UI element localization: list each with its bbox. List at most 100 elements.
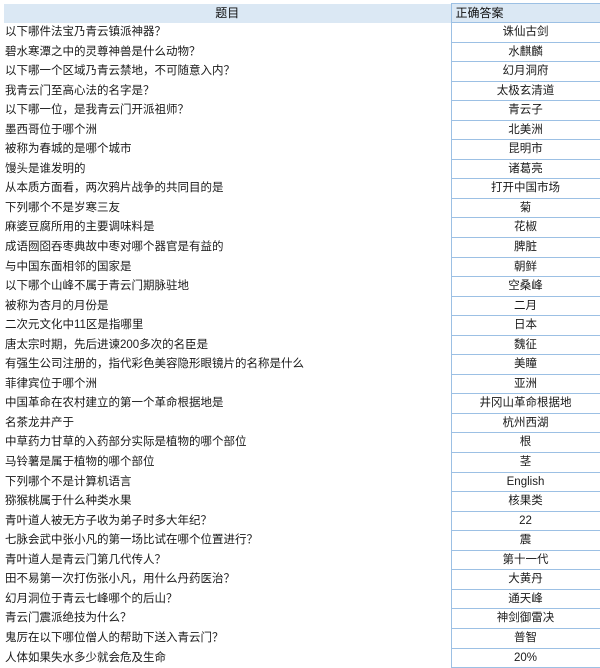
table-row: 馒头是谁发明的 诸葛亮 <box>4 158 600 180</box>
question-cell: 田不易第一次打伤张小凡，用什么丹药医治？ <box>5 573 235 586</box>
question-cell: 我青云门至高心法的名字是？ <box>5 84 155 97</box>
answer-cell: 大黄丹 <box>450 569 600 590</box>
question-cell: 二次元文化中11区是指哪里 <box>5 319 144 332</box>
answer-cell: 第十一代 <box>450 549 600 571</box>
table-row: 田不易第一次打伤张小凡，用什么丹药医治？ 大黄丹 <box>4 569 600 590</box>
question-cell: 成语囫囵吞枣典故中枣对哪个器官是有益的 <box>5 241 224 254</box>
question-answer-table: 题目 正确答案 以下哪件法宝乃青云镇派神器？ 诛仙古剑 碧水寒潭之中的灵尊神兽是什么… <box>4 3 600 668</box>
question-cell: 有强生公司注册的，指代彩色美容隐形眼镜片的名称是什么 <box>5 358 304 371</box>
answer-cell: 通天峰 <box>450 588 600 610</box>
table-row: 人体如果失水多少就会危及生命 20% <box>4 647 600 668</box>
table-row: 唐太宗时期，先后进谏200多次的名臣是 魏征 <box>4 334 600 356</box>
answer-cell: 朝鲜 <box>450 256 600 278</box>
question-cell: 中国革命在农村建立的第一个革命根据地是 <box>5 397 224 410</box>
table-row: 下列哪个不是计算机语言 English <box>4 471 600 493</box>
question-cell: 麻婆豆腐所用的主要调味料是 <box>5 221 155 234</box>
table-row: 青叶道人是青云门第几代传人？ 第十一代 <box>4 549 600 571</box>
table-row: 幻月洞位于青云七峰哪个的后山？ 通天峰 <box>4 588 600 610</box>
answer-cell: 诸葛亮 <box>450 158 600 180</box>
answer-cell: 震 <box>450 530 600 551</box>
answer-cell: 幻月洞府 <box>450 61 600 82</box>
answer-cell: 脾脏 <box>450 237 600 258</box>
question-cell: 幻月洞位于青云七峰哪个的后山？ <box>5 592 178 605</box>
question-cell: 青云门震派绝技为什么？ <box>5 612 132 625</box>
question-cell: 被称为杏月的月份是 <box>5 299 109 312</box>
question-cell: 以下哪个山峰不属于青云门期脉驻地 <box>5 280 189 293</box>
table-row: 中草药力甘草的入药部分实际是植物的哪个部位 根 <box>4 432 600 454</box>
question-cell: 中草药力甘草的入药部分实际是植物的哪个部位 <box>5 436 247 449</box>
answer-cell: 核果类 <box>450 491 600 512</box>
table-row: 碧水寒潭之中的灵尊神兽是什么动物？ 水麒麟 <box>4 41 600 63</box>
table-body: 以下哪件法宝乃青云镇派神器？ 诛仙古剑 碧水寒潭之中的灵尊神兽是什么动物？ 水麒麟 以下… <box>4 22 600 668</box>
column-header-question: 题目 <box>4 3 451 23</box>
table-row: 以下哪一位，是我青云门开派祖师？ 青云子 <box>4 100 600 121</box>
answer-cell: 魏征 <box>450 334 600 356</box>
question-cell: 碧水寒潭之中的灵尊神兽是什么动物？ <box>5 45 201 58</box>
question-cell: 以下哪一个区域乃青云禁地，不可随意入内？ <box>5 65 235 78</box>
question-cell: 猕猴桃属于什么种类水果 <box>5 495 132 508</box>
question-cell: 下列哪个不是岁寒三友 <box>5 201 120 214</box>
answer-cell: 菊 <box>450 197 600 219</box>
answer-cell: 杭州西湖 <box>450 412 600 434</box>
table-row: 以下哪一个区域乃青云禁地，不可随意入内？ 幻月洞府 <box>4 61 600 82</box>
header-row: 题目 正确答案 <box>4 3 600 23</box>
question-cell: 下列哪个不是计算机语言 <box>5 475 132 488</box>
question-cell: 鬼厉在以下哪位僧人的帮助下送入青云门？ <box>5 631 224 644</box>
answer-cell: 日本 <box>450 315 600 336</box>
answer-cell: 22 <box>450 510 600 532</box>
question-cell: 馒头是谁发明的 <box>5 162 86 175</box>
answer-cell: 亚洲 <box>450 373 600 395</box>
question-cell: 被称为春城的是哪个城市 <box>5 143 132 156</box>
answer-cell: 井冈山革命根据地 <box>450 393 600 414</box>
answer-cell: 北美洲 <box>450 119 600 141</box>
table-row: 菲律宾位于哪个洲 亚洲 <box>4 373 600 395</box>
question-cell: 唐太宗时期，先后进谏200多次的名臣是 <box>5 338 209 351</box>
answer-cell: 普智 <box>450 627 600 649</box>
qa-table-sheet: 题目 正确答案 以下哪件法宝乃青云镇派神器？ 诛仙古剑 碧水寒潭之中的灵尊神兽是什么… <box>0 3 600 668</box>
question-cell: 墨西哥位于哪个洲 <box>5 123 97 136</box>
question-cell: 与中国东面相邻的国家是 <box>5 260 132 273</box>
table-row: 青云门震派绝技为什么？ 神剑御雷决 <box>4 608 600 629</box>
table-header: 题目 正确答案 <box>4 3 600 23</box>
table-row: 中国革命在农村建立的第一个革命根据地是 井冈山革命根据地 <box>4 393 600 414</box>
question-cell: 人体如果失水多少就会危及生命 <box>5 651 166 664</box>
table-row: 猕猴桃属于什么种类水果 核果类 <box>4 491 600 512</box>
table-row: 下列哪个不是岁寒三友 菊 <box>4 197 600 219</box>
answer-cell: 青云子 <box>450 100 600 121</box>
question-cell: 以下哪件法宝乃青云镇派神器？ <box>5 26 166 38</box>
question-cell: 青叶道人被无方子收为弟子时多大年纪？ <box>5 514 212 527</box>
table-row: 名茶龙井产于 杭州西湖 <box>4 412 600 434</box>
answer-cell: 打开中国市场 <box>450 178 600 199</box>
question-cell: 从本质方面看，两次鸦片战争的共同目的是 <box>5 182 224 195</box>
table-row: 青叶道人被无方子收为弟子时多大年纪？ 22 <box>4 510 600 532</box>
question-cell: 青叶道人是青云门第几代传人？ <box>5 553 166 566</box>
table-row: 七脉会武中张小凡的第一场比试在哪个位置进行？ 震 <box>4 530 600 551</box>
table-row: 我青云门至高心法的名字是？ 太极玄清道 <box>4 80 600 102</box>
table-row: 二次元文化中11区是指哪里 日本 <box>4 315 600 336</box>
table-row: 鬼厉在以下哪位僧人的帮助下送入青云门？ 普智 <box>4 627 600 649</box>
table-row: 墨西哥位于哪个洲 北美洲 <box>4 119 600 141</box>
table-row: 被称为春城的是哪个城市 昆明市 <box>4 139 600 160</box>
question-cell: 以下哪一位，是我青云门开派祖师？ <box>5 104 189 117</box>
table-row: 被称为杏月的月份是 二月 <box>4 295 600 317</box>
column-header-answer: 正确答案 <box>450 3 600 23</box>
answer-cell: 神剑御雷决 <box>450 608 600 629</box>
answer-cell: 20% <box>450 647 600 668</box>
table-row: 从本质方面看，两次鸦片战争的共同目的是 打开中国市场 <box>4 178 600 199</box>
table-row: 成语囫囵吞枣典故中枣对哪个器官是有益的 脾脏 <box>4 237 600 258</box>
answer-cell: 美瞳 <box>450 354 600 375</box>
answer-cell: 茎 <box>450 452 600 473</box>
answer-cell: 空桑峰 <box>450 276 600 297</box>
table-row: 以下哪件法宝乃青云镇派神器？ 诛仙古剑 <box>4 22 600 43</box>
answer-cell: 二月 <box>450 295 600 317</box>
answer-cell: 花椒 <box>450 217 600 239</box>
table-row: 麻婆豆腐所用的主要调味料是 花椒 <box>4 217 600 239</box>
answer-cell: 水麒麟 <box>450 41 600 63</box>
table-row: 马铃薯是属于植物的哪个部位 茎 <box>4 452 600 473</box>
question-cell: 七脉会武中张小凡的第一场比试在哪个位置进行？ <box>5 534 258 547</box>
answer-cell: 诛仙古剑 <box>450 22 600 43</box>
question-cell: 菲律宾位于哪个洲 <box>5 377 97 390</box>
answer-cell: 根 <box>450 432 600 454</box>
question-cell: 马铃薯是属于植物的哪个部位 <box>5 456 155 469</box>
answer-cell: 昆明市 <box>450 139 600 160</box>
